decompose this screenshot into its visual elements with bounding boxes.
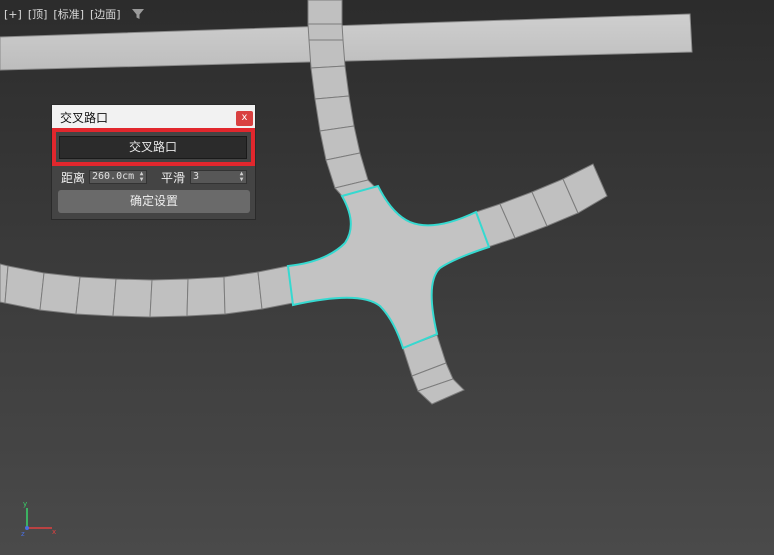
axis-z-label: z [21, 530, 25, 538]
dialog-title: 交叉路口 [60, 111, 109, 125]
junction-button[interactable]: 交叉路口 [59, 136, 247, 159]
viewport-shading-menu[interactable]: [标准] [53, 6, 84, 22]
spinner-arrows-icon[interactable]: ▲ ▼ [238, 171, 245, 183]
right-diagonal-road[interactable] [475, 163, 608, 248]
distance-spinner[interactable]: 260.0cm ▲ ▼ [89, 170, 147, 184]
distance-label: 距离 [61, 171, 86, 185]
left-curved-road[interactable] [0, 263, 294, 318]
distance-value[interactable]: 260.0cm [92, 171, 134, 182]
viewport-label-bar: [+] [顶] [标准] [边面] [4, 6, 145, 22]
axis-gizmo-icon: y x z [21, 500, 56, 538]
junction-selected[interactable] [286, 184, 491, 350]
viewport-3d[interactable]: [+] [顶] [标准] [边面] 交叉路口 x 交叉路口 距离 260.0cm… [0, 0, 774, 555]
top-straight-road[interactable] [0, 13, 693, 71]
bottom-diagonal-road[interactable] [402, 334, 465, 405]
road-scene[interactable] [0, 0, 774, 555]
close-button[interactable]: x [236, 111, 253, 126]
spinner-arrows-icon[interactable]: ▲ ▼ [138, 171, 145, 183]
viewport-display-menu[interactable]: [边面] [90, 6, 121, 22]
junction-dialog: 交叉路口 x 交叉路口 距离 260.0cm ▲ ▼ 平滑 3 ▲ ▼ 确定设置 [51, 104, 256, 220]
axis-y-label: y [23, 500, 27, 508]
smooth-spinner[interactable]: 3 ▲ ▼ [190, 170, 247, 184]
smooth-value[interactable]: 3 [193, 171, 199, 182]
axis-x-label: x [52, 528, 56, 536]
viewport-plus-menu[interactable]: [+] [4, 8, 22, 21]
smooth-label: 平滑 [161, 171, 186, 185]
dialog-titlebar[interactable]: 交叉路口 x [52, 105, 255, 129]
viewport-view-menu[interactable]: [顶] [28, 6, 48, 22]
confirm-settings-button[interactable]: 确定设置 [58, 190, 250, 213]
filter-icon[interactable] [131, 7, 145, 21]
